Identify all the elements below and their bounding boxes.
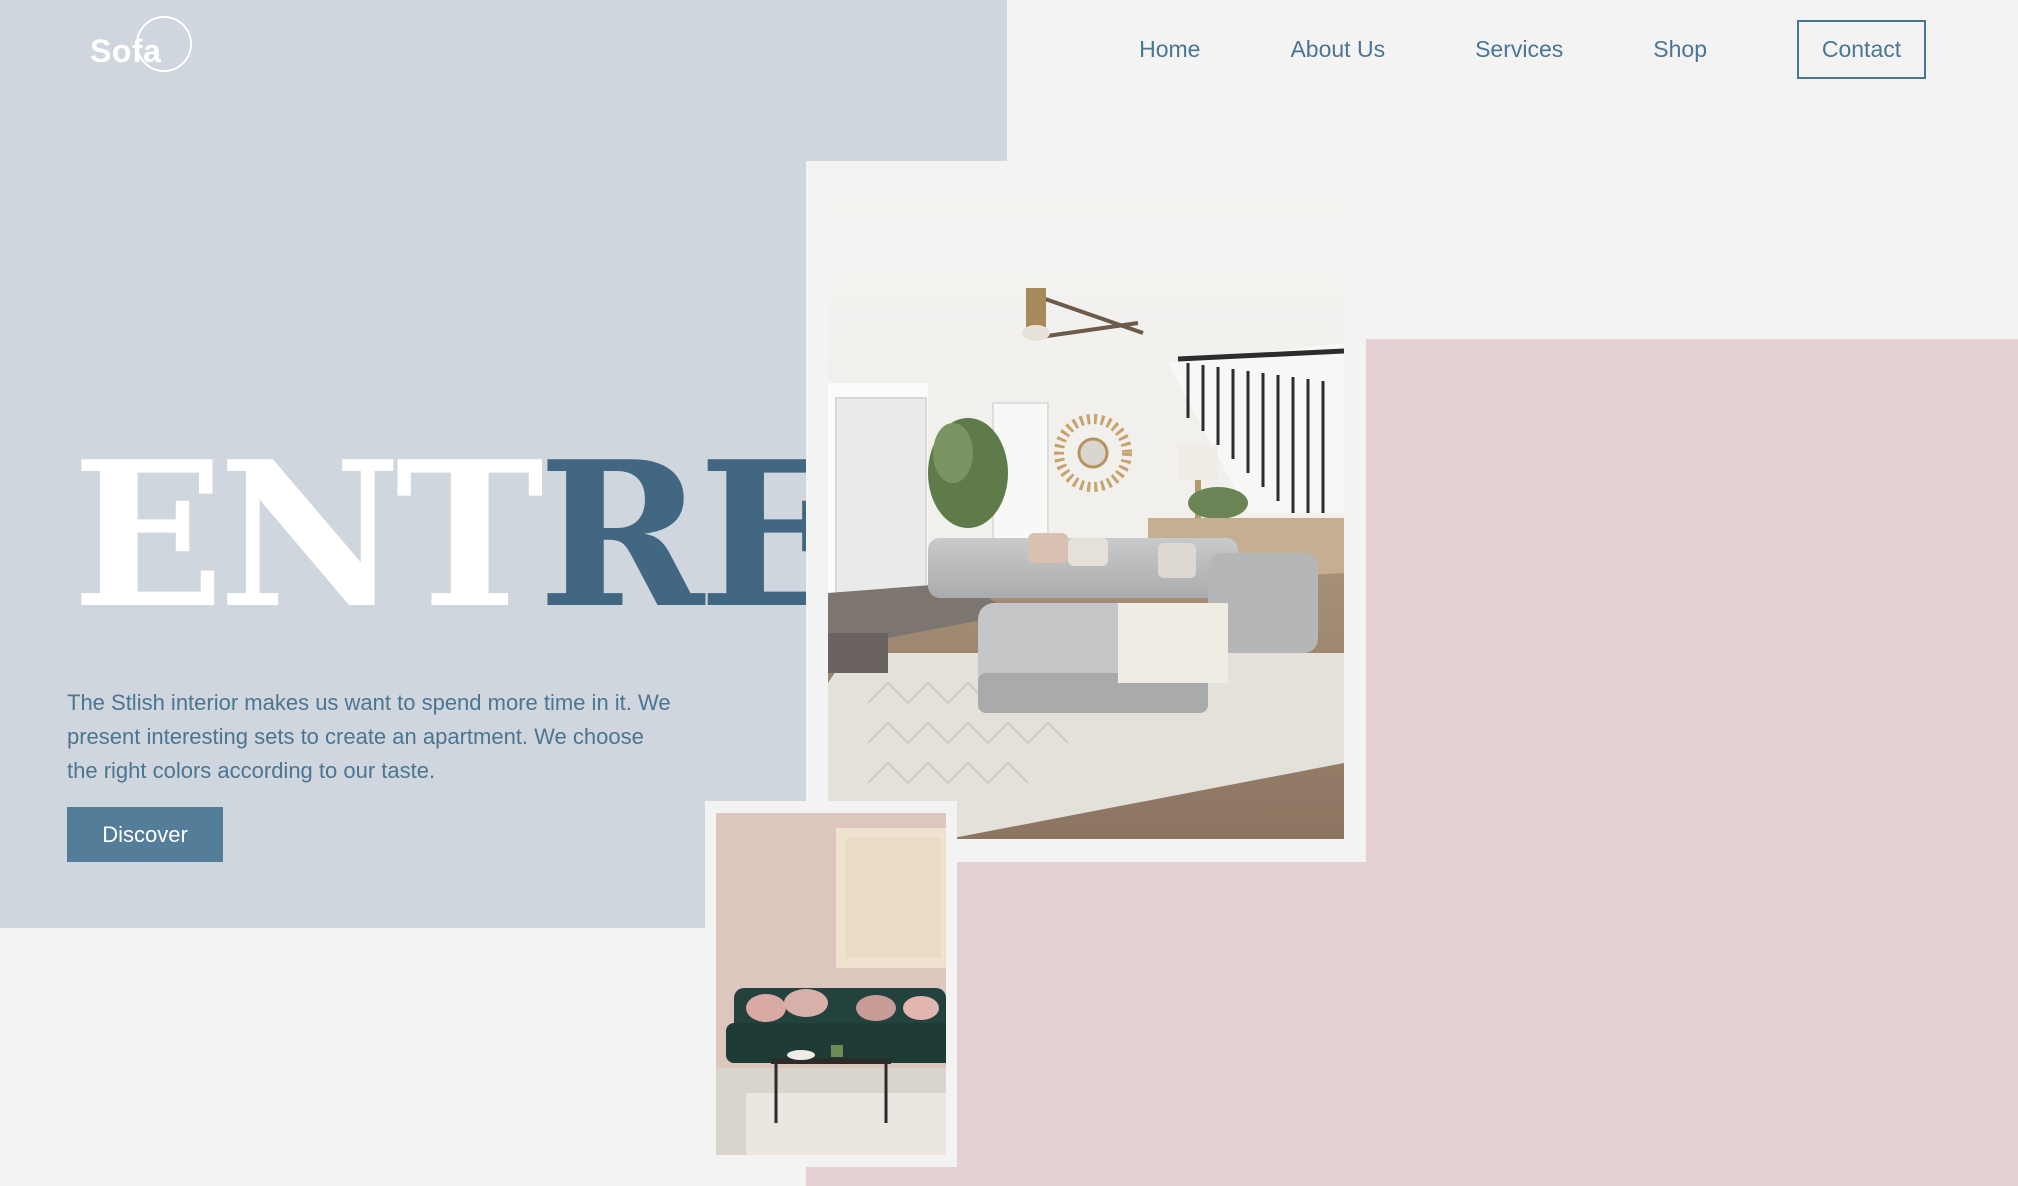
hero-title-dark: RE <box>538 418 851 653</box>
nav-services[interactable]: Services <box>1475 36 1563 63</box>
nav-about-us[interactable]: About Us <box>1290 36 1385 63</box>
hero-title-light: ENT <box>72 418 544 653</box>
contact-button[interactable]: Contact <box>1797 20 1926 79</box>
nav-home[interactable]: Home <box>1139 36 1200 63</box>
living-room-photo <box>828 183 1344 839</box>
living-room-illustration <box>828 183 1344 839</box>
logo-text: Sofa <box>90 33 162 69</box>
green-sofa-illustration <box>716 813 946 1155</box>
green-sofa-photo <box>716 813 946 1155</box>
hero-title: ENTRE <box>72 436 851 636</box>
discover-button[interactable]: Discover <box>67 807 223 862</box>
main-nav: Home About Us Services Shop Contact <box>1139 20 1926 79</box>
hero-description: The Stlish interior makes us want to spe… <box>67 690 671 783</box>
logo[interactable]: Sofa <box>90 16 200 76</box>
landing-page: Sofa Home About Us Services Shop Contact… <box>0 0 2018 1186</box>
nav-shop[interactable]: Shop <box>1653 36 1707 63</box>
